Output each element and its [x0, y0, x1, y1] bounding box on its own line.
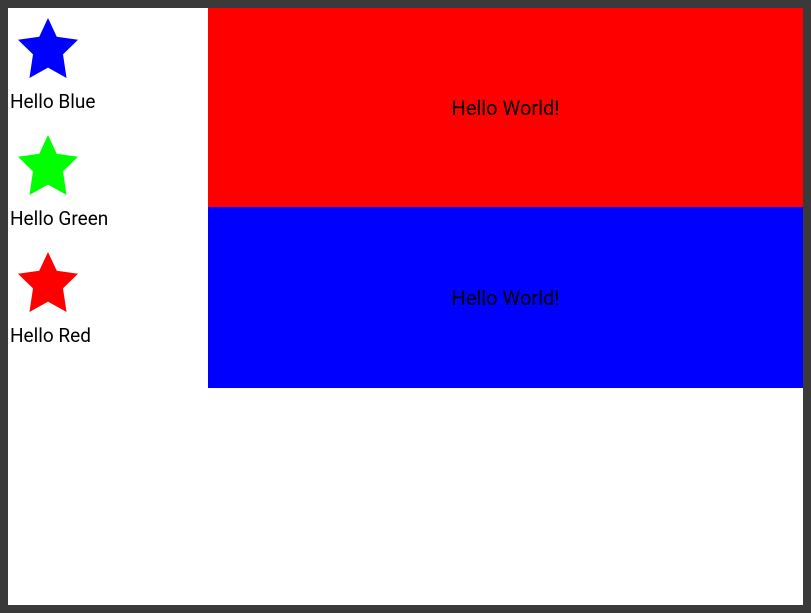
- sidebar: Hello Blue Hello Green Hello Red: [8, 8, 208, 363]
- list-item: Hello Blue: [8, 12, 208, 113]
- panel-blue-text: Hello World!: [452, 286, 560, 310]
- star-icon-green: [12, 129, 208, 205]
- star-label-blue: Hello Blue: [10, 90, 208, 113]
- list-item: Hello Red: [8, 246, 208, 347]
- panel-blue: Hello World!: [208, 207, 803, 388]
- star-label-red: Hello Red: [10, 324, 208, 347]
- star-label-green: Hello Green: [10, 207, 208, 230]
- star-icon-red: [12, 246, 208, 322]
- panel-red: Hello World!: [208, 8, 803, 207]
- canvas: Hello Blue Hello Green Hello Red Hello W…: [8, 8, 803, 605]
- star-icon-blue: [12, 12, 208, 88]
- list-item: Hello Green: [8, 129, 208, 230]
- panel-red-text: Hello World!: [452, 96, 560, 120]
